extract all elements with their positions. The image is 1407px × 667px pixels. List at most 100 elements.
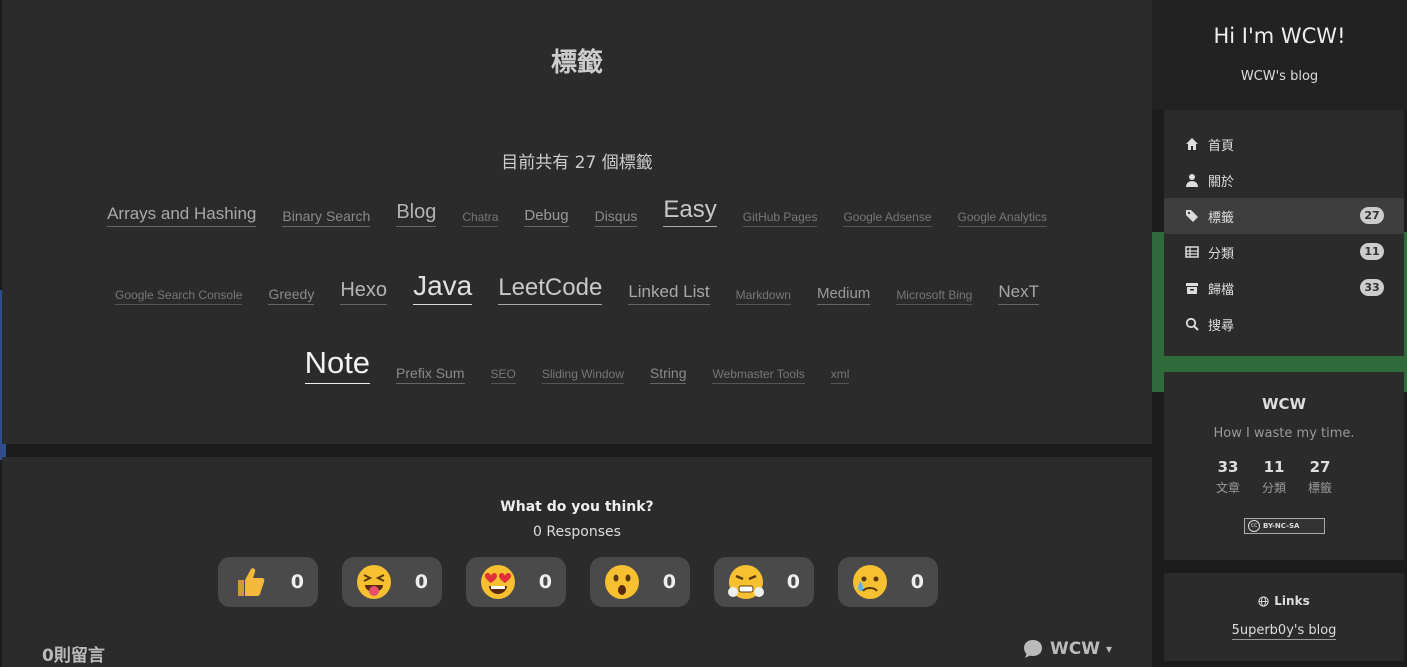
count-badge: 11 (1360, 243, 1384, 260)
tag-cloud-row-2: Google Search Console Greedy Hexo Java LeetC… (2, 270, 1152, 305)
tag-count-text: 目前共有 27 個標籤 (501, 153, 653, 173)
reaction-count: 0 (538, 571, 552, 593)
login-dropdown[interactable]: WCW ▾ (1022, 638, 1112, 660)
reaction-angry[interactable]: 0 (714, 557, 814, 607)
tag-link[interactable]: Sliding Window (541, 367, 624, 384)
sidebar-item-categories[interactable]: 分類 11 (1164, 234, 1404, 270)
reaction-thumbs-up[interactable]: 0 (218, 557, 318, 607)
sidebar-item-search[interactable]: 搜尋 (1164, 306, 1404, 342)
tags-icon (1184, 208, 1200, 224)
site-title[interactable]: Hi I'm WCW! (1152, 24, 1407, 48)
tags-card: 標籤 目前共有 27 個標籤 Arrays and Hashing Binary … (2, 0, 1152, 444)
tag-cloud-row-3: Note Prefix Sum SEO Sliding Window String Web… (2, 345, 1152, 384)
tag-link[interactable]: Java (413, 270, 473, 305)
tag-link[interactable]: Arrays and Hashing (107, 204, 257, 227)
tag-link[interactable]: Medium (816, 285, 871, 305)
reaction-count: 0 (414, 571, 428, 593)
tag-link[interactable]: SEO (490, 367, 516, 384)
tag-link[interactable]: Markdown (735, 288, 791, 305)
tag-link[interactable]: Prefix Sum (396, 365, 465, 384)
tag-cloud-row-1: Arrays and Hashing Binary Search Blog Chatr… (2, 196, 1152, 227)
reaction-heart-eyes[interactable]: 0 (466, 557, 566, 607)
tag-link[interactable]: Google Analytics (957, 210, 1047, 227)
login-username: WCW (1050, 639, 1100, 659)
links-card: Links 5uperb0y's blog (1164, 573, 1404, 661)
tag-link[interactable]: String (649, 365, 687, 384)
globe-icon (1258, 595, 1269, 607)
tag-link[interactable]: LeetCode (498, 274, 603, 305)
sidebar-item-label: 歸檔 (1208, 282, 1235, 298)
tag-link[interactable]: Debug (524, 207, 569, 227)
sidebar-item-label: 關於 (1208, 174, 1235, 190)
archive-icon (1184, 280, 1200, 296)
tag-link[interactable]: Binary Search (282, 208, 371, 227)
license-label: BY-NC-SA (1263, 522, 1300, 530)
sidebar-item-tags[interactable]: 標籤 27 (1164, 198, 1404, 234)
tag-link[interactable]: Microsoft Bing (896, 288, 973, 305)
stat-tags[interactable]: 27 標籤 (1306, 458, 1334, 496)
links-heading: Links (1164, 594, 1404, 608)
comments-card: What do you think? 0 Responses 0 0 0 0 0… (2, 457, 1152, 667)
reaction-count: 0 (910, 571, 924, 593)
count-badge: 27 (1360, 207, 1384, 224)
stat-categories[interactable]: 11 分類 (1260, 458, 1288, 496)
link-item[interactable]: 5uperb0y's blog (1164, 619, 1404, 640)
reaction-sad[interactable]: 0 (838, 557, 938, 607)
reaction-surprised[interactable]: 0 (590, 557, 690, 607)
cc-logo-icon: cc (1248, 520, 1260, 532)
reactions-response-count: 0 Responses (533, 524, 621, 540)
count-badge: 33 (1360, 279, 1384, 296)
author-name: WCW (1261, 395, 1307, 413)
grid-icon (1184, 244, 1200, 260)
author-description: How I waste my time. (1213, 426, 1355, 441)
speech-bubble-icon (1024, 640, 1042, 658)
sidebar-item-archives[interactable]: 歸檔 33 (1164, 270, 1404, 306)
laughing-tongue-icon (357, 565, 391, 599)
tag-link[interactable]: GitHub Pages (742, 210, 818, 227)
link-label: 5uperb0y's blog (1231, 623, 1337, 640)
stat-count: 33 (1217, 458, 1239, 476)
stat-label: 分類 (1261, 481, 1286, 495)
tag-link[interactable]: Hexo (340, 279, 388, 305)
tag-link[interactable]: NexT (998, 282, 1039, 305)
stat-count: 27 (1309, 458, 1331, 476)
sidebar-item-label: 分類 (1208, 246, 1235, 262)
author-card: WCW How I waste my time. 33 文章 11 分類 27 … (1164, 372, 1404, 560)
tag-link[interactable]: Google Search Console (115, 288, 243, 305)
tag-link[interactable]: Linked List (628, 282, 710, 305)
sidebar-item-home[interactable]: 首頁 (1164, 126, 1404, 162)
tag-link[interactable]: Greedy (268, 286, 315, 305)
site-brand: Hi I'm WCW! WCW's blog (1152, 0, 1407, 110)
tag-link[interactable]: Google Adsense (843, 210, 932, 227)
sidebar-item-about[interactable]: 關於 (1164, 162, 1404, 198)
tag-link[interactable]: Blog (396, 201, 437, 227)
links-title: Links (1274, 594, 1310, 608)
page-title: 標籤 (550, 48, 603, 78)
heart-eyes-icon (481, 565, 515, 599)
search-icon (1184, 316, 1200, 332)
tag-link[interactable]: Chatra (462, 210, 499, 227)
reactions-question: What do you think? (500, 499, 654, 515)
angry-icon (728, 565, 764, 599)
sidebar-item-label: 標籤 (1208, 210, 1235, 226)
comment-count-label: 0則留言 (42, 646, 105, 666)
tag-link[interactable]: xml (830, 367, 850, 384)
stat-label: 標籤 (1307, 481, 1332, 495)
thumbs-up-icon (238, 568, 265, 596)
tag-link[interactable]: Webmaster Tools (712, 367, 805, 384)
site-stats: 33 文章 11 分類 27 標籤 (1214, 458, 1334, 496)
reaction-count: 0 (290, 571, 304, 593)
tag-link[interactable]: Easy (663, 196, 717, 227)
sidebar-item-label: 首頁 (1208, 138, 1235, 154)
sidebar-menu: 首頁 關於 標籤 27 分類 11 歸檔 33 搜尋 (1164, 110, 1404, 356)
tag-link[interactable]: Note (304, 345, 371, 384)
reactions-bar: 0 0 0 0 0 0 (218, 557, 938, 607)
creative-commons-badge[interactable]: cc BY-NC-SA (1244, 518, 1325, 534)
user-icon (1184, 172, 1200, 188)
stat-posts[interactable]: 33 文章 (1214, 458, 1242, 496)
sidebar-item-label: 搜尋 (1208, 318, 1235, 334)
tag-link[interactable]: Disqus (594, 208, 638, 227)
reaction-laughing[interactable]: 0 (342, 557, 442, 607)
stat-count: 11 (1263, 458, 1285, 476)
reaction-count: 0 (786, 571, 800, 593)
